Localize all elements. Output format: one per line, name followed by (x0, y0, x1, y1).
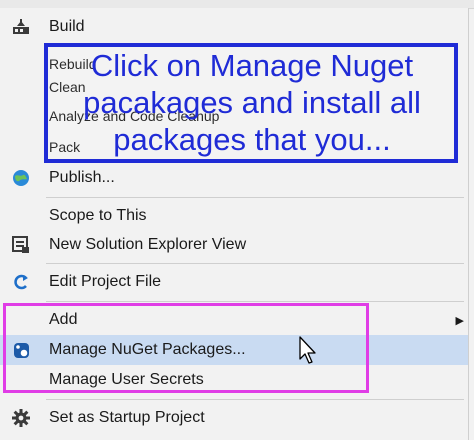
gear-icon (10, 407, 32, 429)
globe-icon (10, 167, 32, 189)
menu-item-label: Edit Project File (49, 273, 162, 290)
menu-item-publish[interactable]: Publish... (0, 163, 468, 193)
menu-separator (46, 263, 464, 264)
annotation-callout-text: Click on Manage Nuget pacakages and inst… (83, 48, 421, 157)
menu-item-build[interactable]: Build (0, 12, 468, 42)
menu-item-new-solution-explorer-view[interactable]: New Solution Explorer View (0, 230, 468, 260)
menu-item-edit-project-file[interactable]: Edit Project File (0, 267, 468, 297)
solution-explorer-icon (10, 234, 32, 256)
build-icon (10, 16, 32, 38)
menu-item-label: New Solution Explorer View (49, 236, 247, 253)
menu-item-label: Set as Startup Project (49, 409, 205, 426)
mouse-cursor-icon (299, 336, 316, 364)
submenu-arrow-icon: ▶ (455, 314, 464, 327)
edit-refresh-icon (10, 271, 32, 293)
menu-separator (46, 399, 464, 400)
menu-item-scope-to-this[interactable]: Scope to This (0, 201, 468, 231)
menu-item-set-startup-project[interactable]: Set as Startup Project (0, 403, 468, 433)
menu-separator (46, 197, 464, 198)
menu-item-label: Build (49, 18, 85, 35)
menu-item-label: Publish... (49, 169, 115, 186)
menu-separator (46, 301, 464, 302)
menu-item-label: Scope to This (49, 207, 147, 224)
